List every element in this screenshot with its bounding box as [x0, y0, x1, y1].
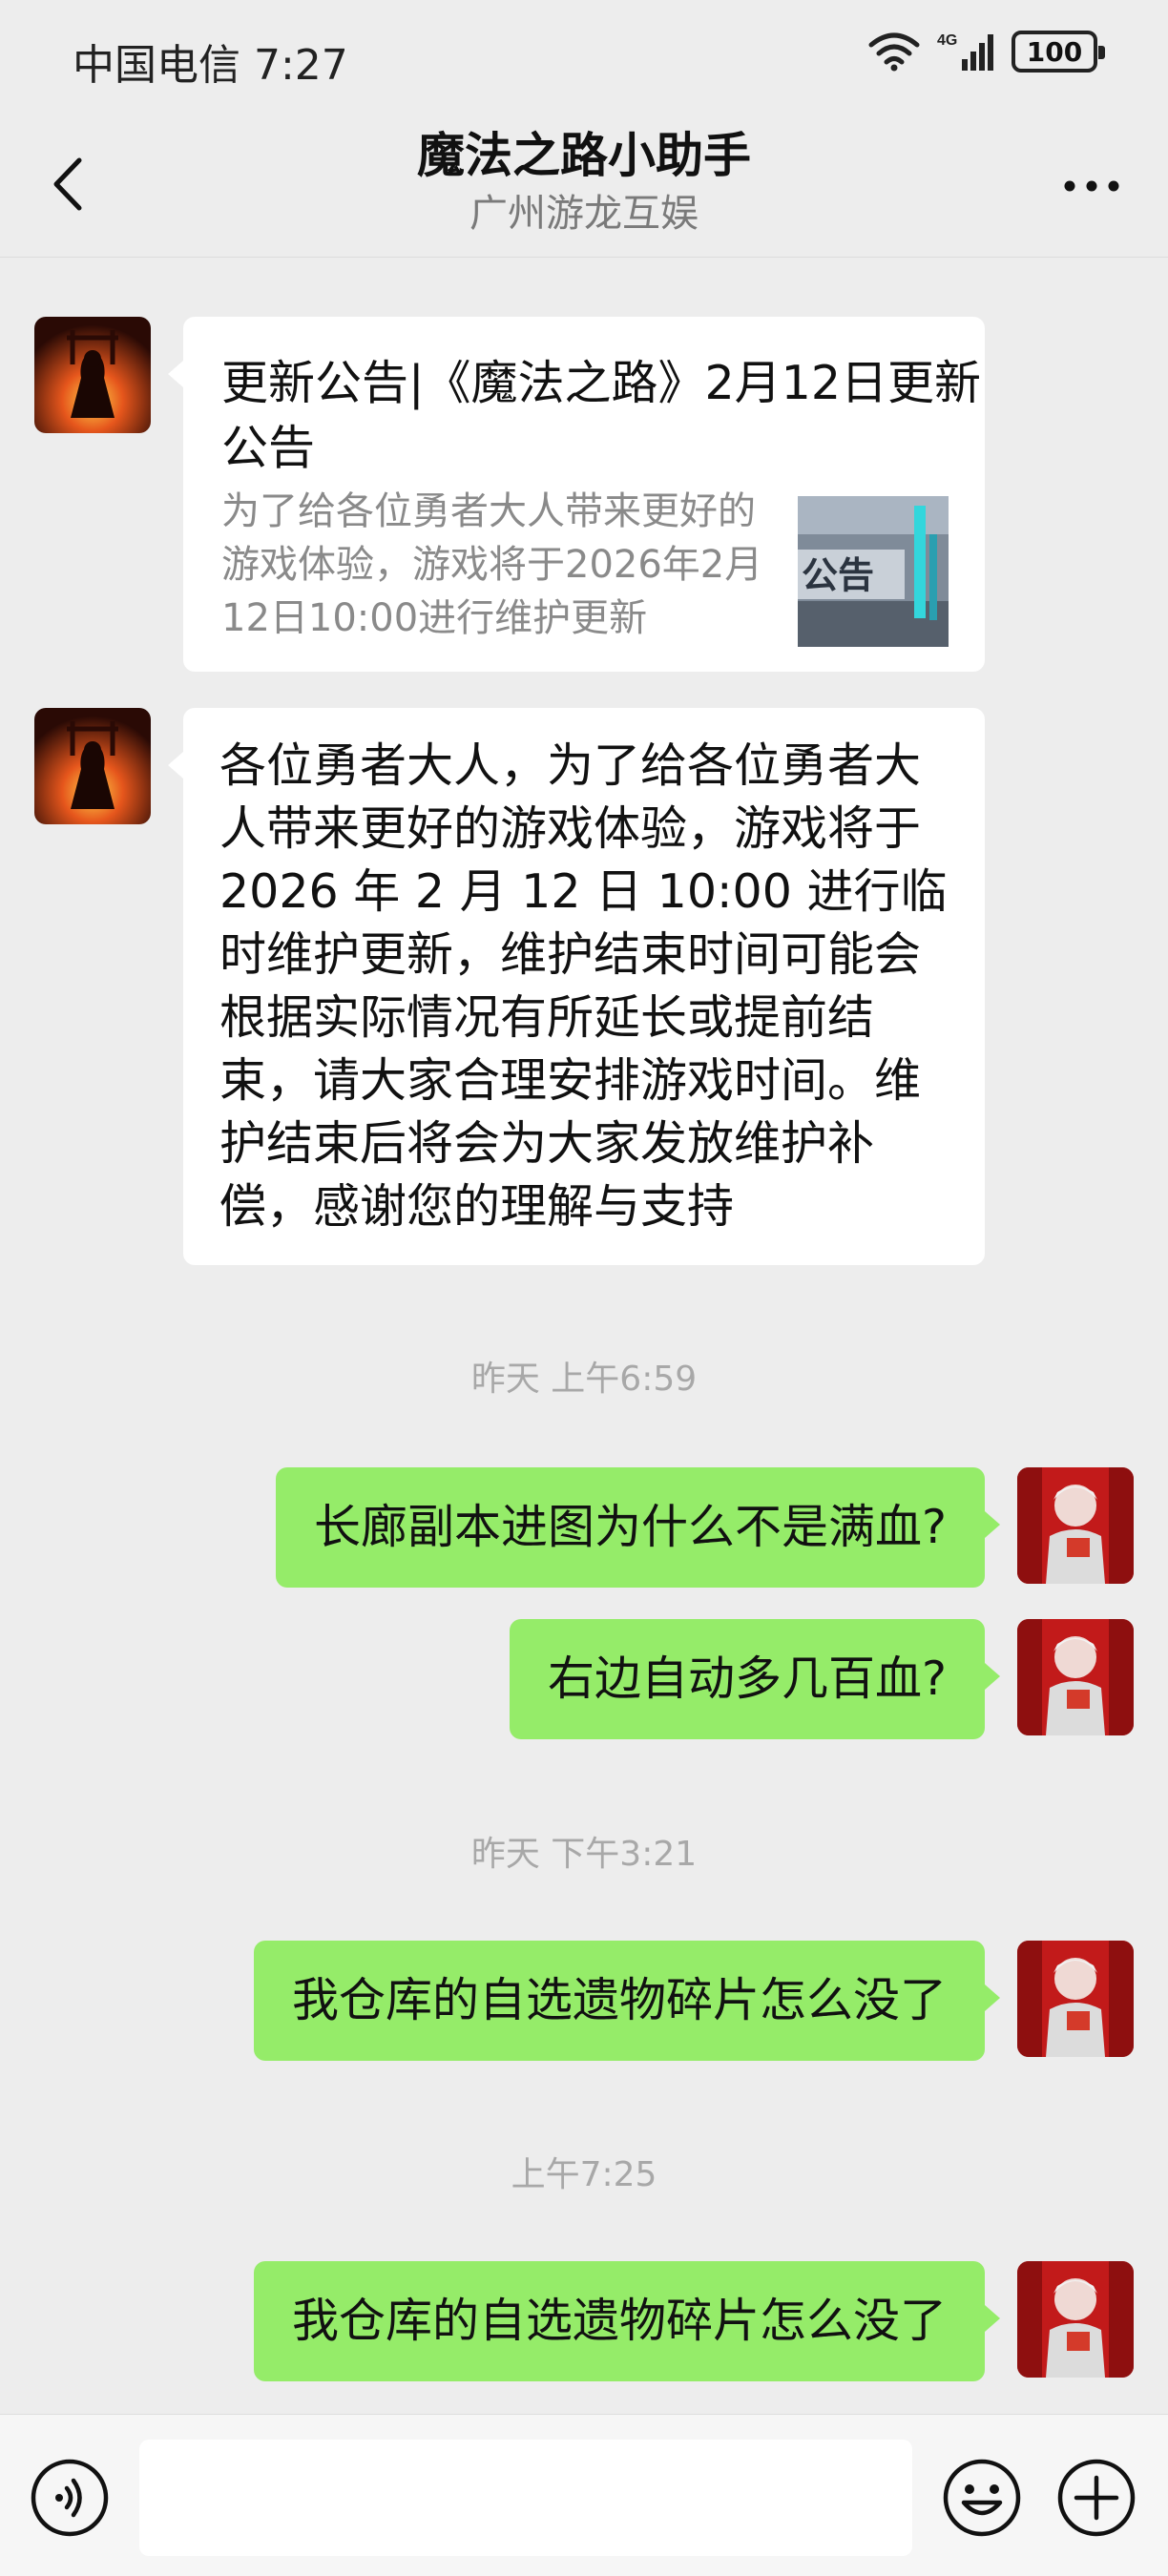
title-block: 魔法之路小助手 广州游龙互娱 — [298, 124, 870, 240]
chat-screen: 中国电信 7:27 4G 100 魔法之路小助手 广州游龙互娱 更新公告|《魔法… — [0, 0, 1168, 2576]
sent-message-text: 长廊副本进图为什么不是满血? — [313, 1500, 947, 1554]
user-photo-image — [1017, 1467, 1134, 1584]
user-photo-image — [1017, 1619, 1134, 1735]
timestamp: 昨天 上午6:59 — [470, 1360, 698, 1399]
voice-button[interactable] — [29, 2457, 111, 2539]
article-card[interactable]: 更新公告|《魔法之路》2月12日更新公告 为了给各位勇者大人带来更好的游戏体验，… — [168, 317, 985, 672]
back-button[interactable] — [38, 151, 95, 218]
chat-subtitle: 广州游龙互娱 — [469, 192, 699, 236]
timestamp: 昨天 下午3:21 — [470, 1835, 698, 1874]
more-dots-icon — [1064, 180, 1119, 192]
sent-message-bubble[interactable]: 长廊副本进图为什么不是满血? — [275, 1467, 1001, 1588]
announcement-thumbnail-image: 公告 — [798, 496, 949, 647]
input-bar — [0, 2414, 1168, 2576]
voice-icon — [31, 2459, 109, 2537]
chat-title: 魔法之路小助手 — [417, 128, 751, 183]
timestamp: 上午7:25 — [511, 2155, 657, 2194]
wifi-icon — [868, 32, 920, 72]
sent-message-text: 右边自动多几百血? — [547, 1652, 947, 1706]
user-avatar[interactable] — [1017, 1619, 1134, 1735]
status-bar: 中国电信 7:27 4G 100 — [0, 0, 1168, 114]
plus-icon — [1057, 2459, 1136, 2537]
notice-message-text: 各位勇者大人，为了给各位勇者大人带来更好的游戏体验，游戏将于 2026 年 2 … — [219, 738, 948, 1234]
sent-message-bubble[interactable]: 我仓库的自选遗物碎片怎么没了 — [253, 2261, 1001, 2381]
game-logo-icon — [34, 708, 151, 824]
chevron-left-icon — [53, 157, 82, 211]
user-avatar[interactable] — [1017, 1941, 1134, 2057]
user-avatar[interactable] — [1017, 2261, 1134, 2378]
carrier-time: 中国电信 7:27 — [73, 41, 348, 90]
sent-message-bubble[interactable]: 右边自动多几百血? — [509, 1619, 1001, 1739]
network-label: 4G — [937, 32, 957, 49]
user-photo-image — [1017, 2261, 1134, 2378]
sent-message-bubble[interactable]: 我仓库的自选遗物碎片怎么没了 — [253, 1941, 1001, 2061]
chat-header: 魔法之路小助手 广州游龙互娱 — [0, 114, 1168, 258]
message-input[interactable] — [139, 2440, 912, 2556]
status-icons: 4G 100 — [868, 31, 1105, 73]
battery-icon: 100 — [1012, 31, 1105, 73]
notice-message-bubble[interactable]: 各位勇者大人，为了给各位勇者大人带来更好的游戏体验，游戏将于 2026 年 2 … — [168, 708, 985, 1265]
thumbnail-text: 公告 — [802, 554, 874, 596]
article-description: 为了给各位勇者大人带来更好的游戏体验，游戏将于2026年2月12日10:00进行… — [221, 489, 763, 640]
emoji-button[interactable] — [941, 2457, 1023, 2539]
plus-button[interactable] — [1055, 2457, 1137, 2539]
assistant-avatar[interactable] — [34, 708, 151, 824]
assistant-avatar[interactable] — [34, 317, 151, 433]
game-logo-icon — [34, 317, 151, 433]
sent-message-text: 我仓库的自选遗物碎片怎么没了 — [291, 2294, 947, 2348]
user-avatar[interactable] — [1017, 1467, 1134, 1584]
sent-message-text: 我仓库的自选遗物碎片怎么没了 — [291, 1973, 947, 2027]
article-title: 更新公告|《魔法之路》2月12日更新公告 — [221, 356, 982, 475]
article-thumbnail: 公告 — [798, 496, 949, 647]
user-photo-image — [1017, 1941, 1134, 2057]
more-button[interactable] — [1053, 162, 1130, 210]
emoji-icon — [943, 2459, 1021, 2537]
battery-level: 100 — [1026, 35, 1083, 68]
signal-4g-icon: 4G — [937, 32, 993, 71]
